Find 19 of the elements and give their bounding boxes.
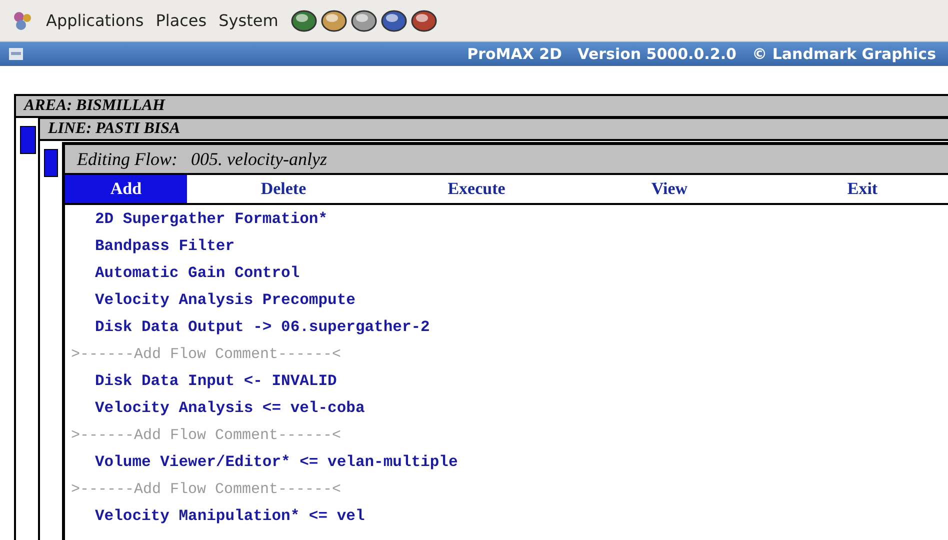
flow-process[interactable]: Velocity Manipulation* <= vel: [95, 503, 948, 530]
flow-process[interactable]: Velocity Analysis Precompute: [95, 287, 948, 314]
flow-process[interactable]: Disk Data Output -> 06.supergather-2: [95, 314, 948, 341]
panel-menu[interactable]: Places: [156, 8, 207, 32]
flow-process[interactable]: Volume Viewer/Editor* <= velan-multiple: [95, 449, 948, 476]
panel-menu[interactable]: System: [218, 8, 278, 32]
line-title: LINE: PASTI BISA: [48, 119, 180, 139]
app-logo-icon: [8, 46, 24, 62]
flow-process[interactable]: Bandpass Filter: [95, 233, 948, 260]
flow-process[interactable]: Disk Data Input <- INVALID: [95, 368, 948, 395]
flow-title: Editing Flow: 005. velocity-anlyz: [77, 148, 327, 171]
panel-menu[interactable]: Applications: [46, 8, 144, 32]
flow-process[interactable]: Automatic Gain Control: [95, 260, 948, 287]
flow-process[interactable]: 2D Supergather Formation*: [95, 206, 948, 233]
menu-tab[interactable]: Add: [65, 175, 187, 203]
foot-logo-icon: [12, 10, 34, 32]
flow-process[interactable]: Velocity Analysis <= vel-coba: [95, 395, 948, 422]
window-title: ProMAX 2D Version 5000.0.2.0 © Landmark Graphics: [467, 44, 936, 65]
area-title: AREA: BISMILLAH: [24, 96, 165, 116]
